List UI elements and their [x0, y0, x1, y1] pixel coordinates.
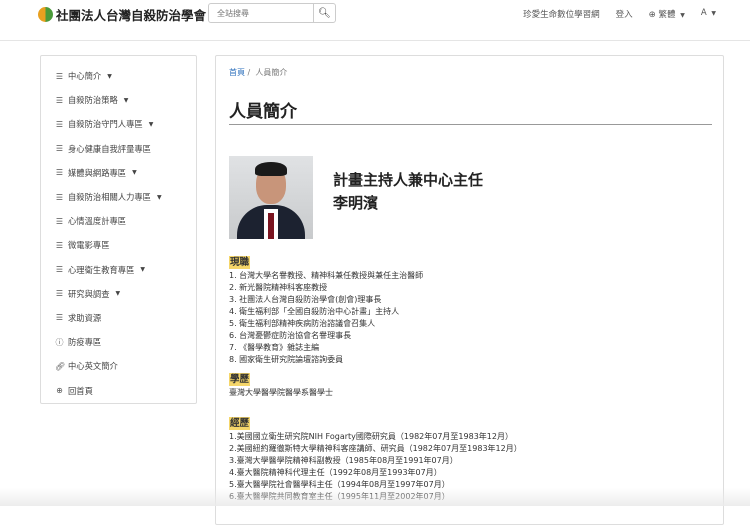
sidebar-item[interactable]: ☰ 中心簡介 ▼ — [41, 64, 196, 88]
sidebar-item[interactable]: ☰ 自殺防治相關人力專區 ▼ — [41, 185, 196, 209]
site-search: 🔍︎ — [208, 3, 336, 23]
breadcrumb-home[interactable]: 首頁 — [229, 68, 245, 77]
sidebar-item[interactable]: ☰ 自殺防治策略 ▼ — [41, 88, 196, 112]
section-item: 3.臺灣大學醫學院精神科副教授（1985年08月至1991年07月） — [229, 456, 458, 465]
caret-down-icon: ▼ — [132, 169, 137, 177]
font-size-label: A — [700, 8, 707, 18]
link-icon: 🔗︎ — [55, 361, 66, 371]
caret-down-icon: ▼ — [140, 266, 146, 274]
breadcrumb: 首頁 / 人員簡介 — [229, 68, 288, 77]
section-item: 8. 國家衛生研究院論壇諮詢委員 — [229, 355, 344, 364]
caret-down-icon: ▼ — [107, 72, 112, 80]
sidebar-item-label: 研究與調查 — [68, 288, 110, 299]
menu-icon: ☰ — [55, 216, 64, 226]
globe-icon: ⊕ — [56, 386, 63, 396]
section-item: 臺灣大學醫學院醫學系醫學士 — [229, 388, 333, 397]
search-icon: 🔍︎ — [318, 7, 331, 19]
section-item: 2.美國紐約羅徹斯特大學精神科客座講師、研究員（1982年07月至1983年12… — [229, 444, 522, 453]
sidebar-item[interactable]: ☰ 求助資源 — [41, 306, 196, 330]
page-title: 人員簡介 — [229, 102, 297, 122]
menu-icon: ☰ — [55, 265, 64, 275]
main-content: 首頁 / 人員簡介 人員簡介 計畫主持人兼中心主任 李明濱 現職 1. 台灣大學名… — [215, 55, 724, 525]
profile-heading: 計畫主持人兼中心主任 李明濱 — [333, 169, 483, 215]
menu-icon: ☰ — [55, 71, 64, 81]
profile-section: 學歷臺灣大學醫學院醫學系醫學士 — [229, 373, 333, 399]
caret-down-icon: ▼ — [711, 10, 716, 17]
sidebar-menu: ☰ 中心簡介 ▼ ☰ 自殺防治策略 ▼ ☰ 自殺防治守門人專區 ▼ ☰ 身心健康自我評量專區 ☰ 媒體與… — [40, 55, 197, 404]
search-input[interactable] — [209, 4, 313, 22]
menu-icon: ☰ — [55, 119, 64, 129]
section-item: 4. 衛生福利部「全國自殺防治中心計畫」主持人 — [229, 307, 400, 316]
section-item: 1. 台灣大學名譽教授、精神科兼任教授與兼任主治醫師 — [229, 271, 424, 280]
sidebar-item[interactable]: ☰ 身心健康自我評量專區 — [41, 137, 196, 161]
sidebar-item-label: 中心簡介 — [68, 71, 102, 82]
caret-down-icon: ▼ — [156, 193, 162, 201]
sidebar-item[interactable]: ⓘ 防疫專區 — [41, 330, 196, 354]
learning-site-link[interactable]: 珍愛生命數位學習網 — [523, 8, 600, 20]
section-item: 2. 新光醫院精神科客座教授 — [229, 283, 328, 292]
sidebar-item-label: 心理衛生教育專區 — [68, 264, 135, 275]
sidebar-item[interactable]: ☰ 心情溫度計專區 — [41, 209, 196, 233]
section-heading: 經歷 — [229, 417, 251, 430]
sidebar-item-label: 求助資源 — [68, 312, 102, 323]
menu-icon: ☰ — [55, 313, 64, 323]
sidebar-item[interactable]: ☰ 研究與調查 ▼ — [41, 282, 196, 306]
section-heading: 現職 — [229, 256, 251, 269]
menu-icon: ☰ — [55, 95, 64, 105]
top-header: 社團法人台灣自殺防治學會 🔍︎ 珍愛生命數位學習網 登入 ⊕ 繁體 ▼ A ▼ — [0, 0, 750, 41]
section-heading: 學歷 — [229, 373, 251, 386]
section-item: 7. 《醫學教育》雜誌主編 — [229, 343, 320, 352]
profile-role: 計畫主持人兼中心主任 — [333, 171, 484, 189]
menu-icon: ☰ — [55, 240, 64, 250]
site-name: 社團法人台灣自殺防治學會 — [56, 8, 207, 23]
caret-down-icon: ▼ — [115, 290, 121, 298]
top-nav: 珍愛生命數位學習網 登入 ⊕ 繁體 ▼ A ▼ — [523, 8, 716, 20]
profile-photo — [229, 156, 313, 239]
section-item: 5. 衛生福利部精神疾病防治諮議會召集人 — [229, 319, 376, 328]
section-item: 1.美國國立衛生研究院NIH Fogarty國際研究員（1982年07月至198… — [229, 432, 513, 441]
info-icon: ⓘ — [55, 337, 64, 347]
sidebar-item[interactable]: ☰ 微電影專區 — [41, 233, 196, 257]
sidebar-item[interactable]: ☰ 媒體與網路專區 ▼ — [41, 161, 196, 185]
breadcrumb-current: 人員簡介 — [255, 68, 288, 77]
language-label: 繁體 — [658, 10, 676, 20]
sidebar-item-label: 自殺防治相關人力專區 — [68, 192, 151, 203]
sidebar-item-label: 自殺防治策略 — [68, 95, 118, 106]
divider — [229, 124, 712, 125]
sidebar-item[interactable]: 🔗︎ 中心英文簡介 — [41, 354, 196, 378]
caret-down-icon: ▼ — [680, 12, 685, 19]
menu-icon: ☰ — [55, 192, 64, 202]
sidebar-item[interactable]: ⊕ 回首頁 — [41, 378, 196, 402]
section-item: 6. 台灣憂鬱症防治協會名譽理事長 — [229, 331, 352, 340]
site-logo[interactable]: 社團法人台灣自殺防治學會 — [38, 5, 206, 24]
profile-name: 李明濱 — [333, 194, 379, 212]
globe-icon: ⊕ — [648, 10, 656, 20]
sidebar-item-label: 心情溫度計專區 — [68, 216, 127, 227]
caret-down-icon: ▼ — [148, 120, 154, 128]
menu-icon: ☰ — [55, 289, 64, 299]
profile-section: 現職 1. 台灣大學名譽教授、精神科兼任教授與兼任主治醫師 2. 新光醫院精神科客座… — [229, 256, 423, 366]
login-link[interactable]: 登入 — [616, 8, 633, 20]
menu-icon: ☰ — [55, 144, 64, 154]
sidebar-item-label: 回首頁 — [68, 385, 93, 396]
sidebar-item-label: 媒體與網路專區 — [68, 167, 127, 178]
sidebar-item-label: 自殺防治守門人專區 — [68, 119, 143, 130]
font-size-menu[interactable]: A ▼ — [701, 8, 716, 20]
sidebar-item[interactable]: ☰ 自殺防治守門人專區 ▼ — [41, 112, 196, 136]
logo-icon — [38, 7, 53, 22]
menu-icon: ☰ — [55, 168, 64, 178]
search-button[interactable]: 🔍︎ — [313, 4, 335, 22]
sidebar-item-label: 微電影專區 — [68, 240, 110, 251]
sidebar-item[interactable]: ☰ 心理衛生教育專區 ▼ — [41, 258, 196, 282]
language-menu[interactable]: ⊕ 繁體 ▼ — [649, 8, 685, 20]
sidebar-item-label: 身心健康自我評量專區 — [68, 143, 151, 154]
section-item: 3. 社團法人台灣自殺防治學會(創會)理事長 — [229, 295, 382, 304]
sidebar-item-label: 防疫專區 — [68, 337, 102, 348]
bottom-fade — [0, 488, 750, 506]
section-item: 4.臺大醫院精神科代理主任（1992年08月至1993年07月） — [229, 468, 442, 477]
caret-down-icon: ▼ — [123, 96, 129, 104]
sidebar-item-label: 中心英文簡介 — [68, 361, 118, 372]
